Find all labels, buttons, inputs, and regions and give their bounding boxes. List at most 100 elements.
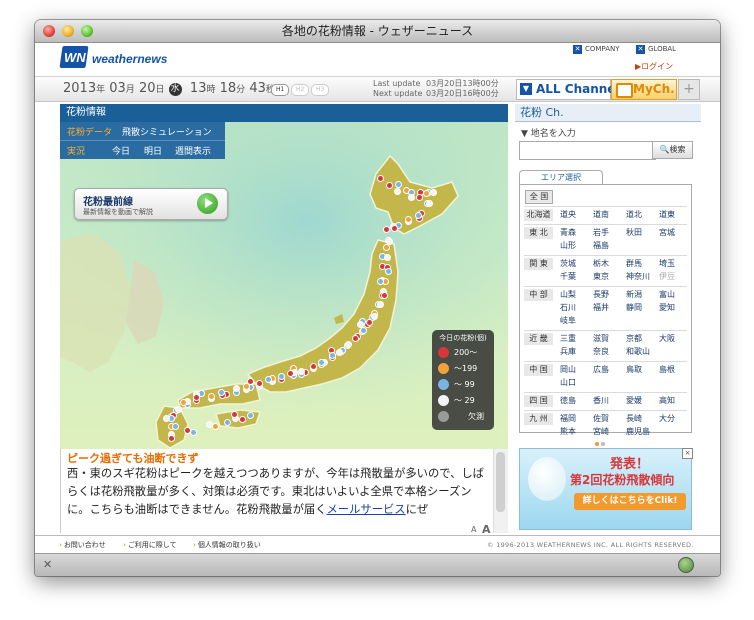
pollen-station-marker[interactable] <box>318 358 326 366</box>
news-scrollbar[interactable] <box>493 449 508 533</box>
pollen-station-marker[interactable] <box>168 435 175 442</box>
pollen-trend-banner[interactable]: 発表！ 第2回花粉飛散傾向 詳しくはこちらをClik! <box>519 448 692 530</box>
pollen-station-marker[interactable] <box>242 382 250 390</box>
prefecture-link[interactable]: 埼玉 <box>659 258 675 269</box>
prefecture-link[interactable]: 広島 <box>593 364 609 375</box>
scrollbar-thumb[interactable] <box>496 452 505 512</box>
region-name[interactable]: 東 北 <box>524 227 553 239</box>
region-name[interactable]: 近 畿 <box>524 333 553 345</box>
prefecture-link[interactable]: 佐賀 <box>593 413 609 424</box>
prefecture-link[interactable]: 道東 <box>659 209 675 220</box>
prefecture-link[interactable]: 秋田 <box>626 227 642 238</box>
region-name[interactable]: 北海道 <box>524 209 553 221</box>
prefecture-link[interactable]: 鹿児島 <box>626 426 650 437</box>
pollen-station-marker[interactable] <box>430 189 437 196</box>
pollen-station-marker[interactable] <box>360 326 368 334</box>
prefecture-link[interactable]: 兵庫 <box>560 346 576 357</box>
all-channel-button[interactable]: ▼ ALL Channel <box>516 79 620 100</box>
prefecture-link[interactable]: 愛媛 <box>626 395 642 406</box>
close-banner-icon[interactable]: × <box>682 448 693 459</box>
pollen-station-marker[interactable] <box>172 422 180 430</box>
prefecture-link[interactable]: 栃木 <box>593 258 609 269</box>
pollen-station-marker[interactable] <box>265 376 272 383</box>
pollen-station-marker[interactable] <box>385 268 392 275</box>
prefecture-link[interactable]: 奈良 <box>593 346 609 357</box>
tab-simulation[interactable]: 飛散シミュレーション <box>122 125 212 138</box>
prefecture-link[interactable]: 長野 <box>593 289 609 300</box>
region-name[interactable]: 九 州 <box>524 413 553 425</box>
pollen-station-marker[interactable] <box>336 349 343 356</box>
tab-tomorrow[interactable]: 明日 <box>144 144 162 157</box>
pollen-station-marker[interactable] <box>163 414 171 422</box>
pollen-station-marker[interactable] <box>391 224 399 232</box>
pollen-station-marker[interactable] <box>239 416 246 423</box>
pollen-station-marker[interactable] <box>224 419 231 426</box>
region-name[interactable]: 中 部 <box>524 289 553 301</box>
pollen-station-marker[interactable] <box>287 370 294 377</box>
pollen-map[interactable]: 花粉最前線 最新情報を動画で解説 今日の花粉(個) 200〜 〜199 〜 99… <box>60 122 508 449</box>
prefecture-link[interactable]: 和歌山 <box>626 346 650 357</box>
pollen-station-marker[interactable] <box>376 278 384 286</box>
terms-link[interactable]: ご利用に際して <box>123 540 177 550</box>
mych-button[interactable]: MyCh. <box>611 79 677 100</box>
font-small-button[interactable]: A <box>471 525 476 534</box>
area-select-tab[interactable]: エリア選択 <box>519 170 603 185</box>
tab-today[interactable]: 今日 <box>112 144 130 157</box>
prefecture-link[interactable]: 香川 <box>593 395 609 406</box>
h3-button[interactable]: H3 <box>311 84 330 96</box>
prefecture-link[interactable]: 島根 <box>659 364 675 375</box>
prefecture-link[interactable]: 山口 <box>560 377 576 388</box>
prefecture-link[interactable]: 千葉 <box>560 271 576 282</box>
h2-button[interactable]: H2 <box>291 84 310 96</box>
prefecture-link[interactable]: 山形 <box>560 240 576 251</box>
pollen-station-marker[interactable] <box>310 362 318 370</box>
prefecture-link[interactable]: 宮城 <box>659 227 675 238</box>
region-name[interactable]: 四 国 <box>524 395 553 407</box>
region-name[interactable]: 関 東 <box>524 258 553 270</box>
prefecture-link[interactable]: 伊豆 <box>659 271 675 282</box>
pollen-station-marker[interactable] <box>404 215 412 223</box>
pollen-station-marker[interactable] <box>383 253 391 261</box>
prefecture-link[interactable]: 山梨 <box>560 289 576 300</box>
prefecture-link[interactable]: 三重 <box>560 333 576 344</box>
pollen-station-marker[interactable] <box>407 193 415 201</box>
prefecture-link[interactable]: 茨城 <box>560 258 576 269</box>
prefecture-link[interactable]: 岡山 <box>560 364 576 375</box>
pollen-station-marker[interactable] <box>212 422 220 430</box>
prefecture-link[interactable]: 福井 <box>593 302 609 313</box>
prefecture-link[interactable]: 東京 <box>593 271 609 282</box>
prefecture-link[interactable]: 神奈川 <box>626 271 650 282</box>
privacy-link[interactable]: 個人情報の取り扱い <box>193 540 261 550</box>
prefecture-link[interactable]: 道央 <box>560 209 576 220</box>
prefecture-link[interactable]: 岐阜 <box>560 315 576 326</box>
prefecture-link[interactable]: 徳島 <box>560 395 576 406</box>
pollen-station-marker[interactable] <box>371 312 378 320</box>
pollen-station-marker[interactable] <box>231 411 238 418</box>
prefecture-link[interactable]: 群馬 <box>626 258 642 269</box>
prefecture-link[interactable]: 青森 <box>560 227 576 238</box>
tab-actual[interactable]: 実況 <box>67 144 85 157</box>
prefecture-link[interactable]: 鳥取 <box>626 364 642 375</box>
h1-button[interactable]: H1 <box>271 84 290 96</box>
pollen-station-marker[interactable] <box>422 189 430 197</box>
prefecture-link[interactable]: 大阪 <box>659 333 675 344</box>
place-search-input[interactable] <box>519 141 656 160</box>
pollen-station-marker[interactable] <box>377 175 384 182</box>
prefecture-link[interactable]: 高知 <box>659 395 675 406</box>
prefecture-link[interactable]: 滋賀 <box>593 333 609 344</box>
login-link[interactable]: ▶ログイン <box>635 61 673 72</box>
prefecture-link[interactable]: 長崎 <box>626 413 642 424</box>
pollen-station-marker[interactable] <box>383 244 390 251</box>
prefecture-link[interactable]: 京都 <box>626 333 642 344</box>
prefecture-link[interactable]: 岩手 <box>593 227 609 238</box>
nationwide-button[interactable]: 全 国 <box>525 190 553 204</box>
pollen-station-marker[interactable] <box>394 180 402 188</box>
tab-weekly[interactable]: 週間表示 <box>175 144 211 157</box>
carousel-dot[interactable] <box>601 442 605 446</box>
pollen-station-marker[interactable] <box>175 405 182 413</box>
prefecture-link[interactable]: 大分 <box>659 413 675 424</box>
prefecture-link[interactable]: 静岡 <box>626 302 642 313</box>
add-channel-button[interactable]: + <box>678 79 700 100</box>
prefecture-link[interactable]: 道南 <box>593 209 609 220</box>
pollen-station-marker[interactable] <box>190 428 198 436</box>
